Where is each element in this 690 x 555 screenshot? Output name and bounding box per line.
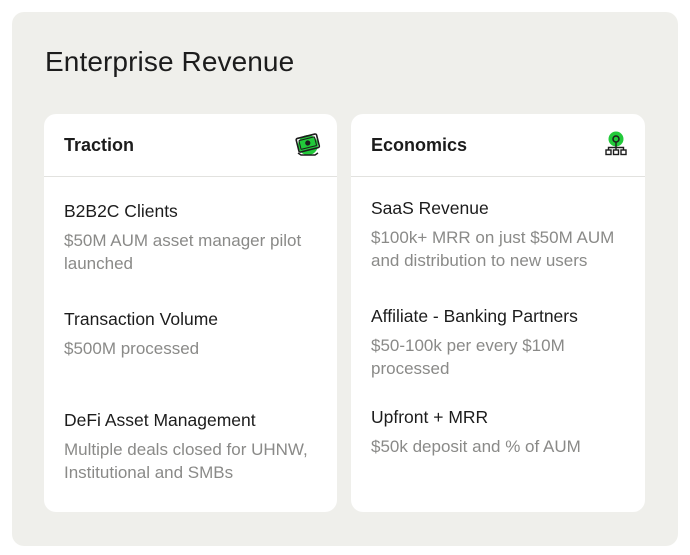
list-item: B2B2C Clients $50M AUM asset manager pil… [64, 200, 326, 275]
card-header: Economics [351, 114, 645, 177]
item-title: Upfront + MRR [371, 407, 489, 427]
item-description: $50k deposit and % of AUM [371, 437, 581, 456]
item-title: SaaS Revenue [371, 198, 489, 218]
item-description: $50-100k per every $10M processed [371, 336, 565, 378]
list-item: Affiliate - Banking Partners $50-100k pe… [371, 305, 633, 380]
item-title: B2B2C Clients [64, 201, 178, 221]
list-item: DeFi Asset Management Multiple deals clo… [64, 409, 326, 484]
page-title: Enterprise Revenue [45, 46, 295, 77]
list-item: SaaS Revenue $100k+ MRR on just $50M AUM… [371, 197, 633, 272]
traction-card: Traction B2B2C Clients $50M AUM asset ma… [44, 114, 337, 512]
item-title: DeFi Asset Management [64, 410, 256, 430]
list-item: Transaction Volume $500M processed [64, 308, 326, 360]
money-icon [295, 131, 321, 157]
card-header: Traction [44, 114, 337, 177]
item-description: $500M processed [64, 339, 200, 358]
item-title: Affiliate - Banking Partners [371, 306, 578, 326]
item-description: Multiple deals closed for UHNW, Institut… [64, 440, 308, 482]
card-title: Traction [64, 135, 135, 155]
list-item: Upfront + MRR $50k deposit and % of AUM [371, 406, 633, 458]
card-title: Economics [371, 135, 468, 155]
item-description: $100k+ MRR on just $50M AUM and distribu… [371, 228, 615, 270]
network-icon [603, 131, 629, 157]
enterprise-revenue-panel: Enterprise Revenue Traction B2B2C Client… [12, 12, 678, 546]
item-description: $50M AUM asset manager pilot launched [64, 231, 302, 273]
item-title: Transaction Volume [64, 309, 219, 329]
economics-card: Economics SaaS Revenue $100k+ MRR on jus… [351, 114, 645, 512]
